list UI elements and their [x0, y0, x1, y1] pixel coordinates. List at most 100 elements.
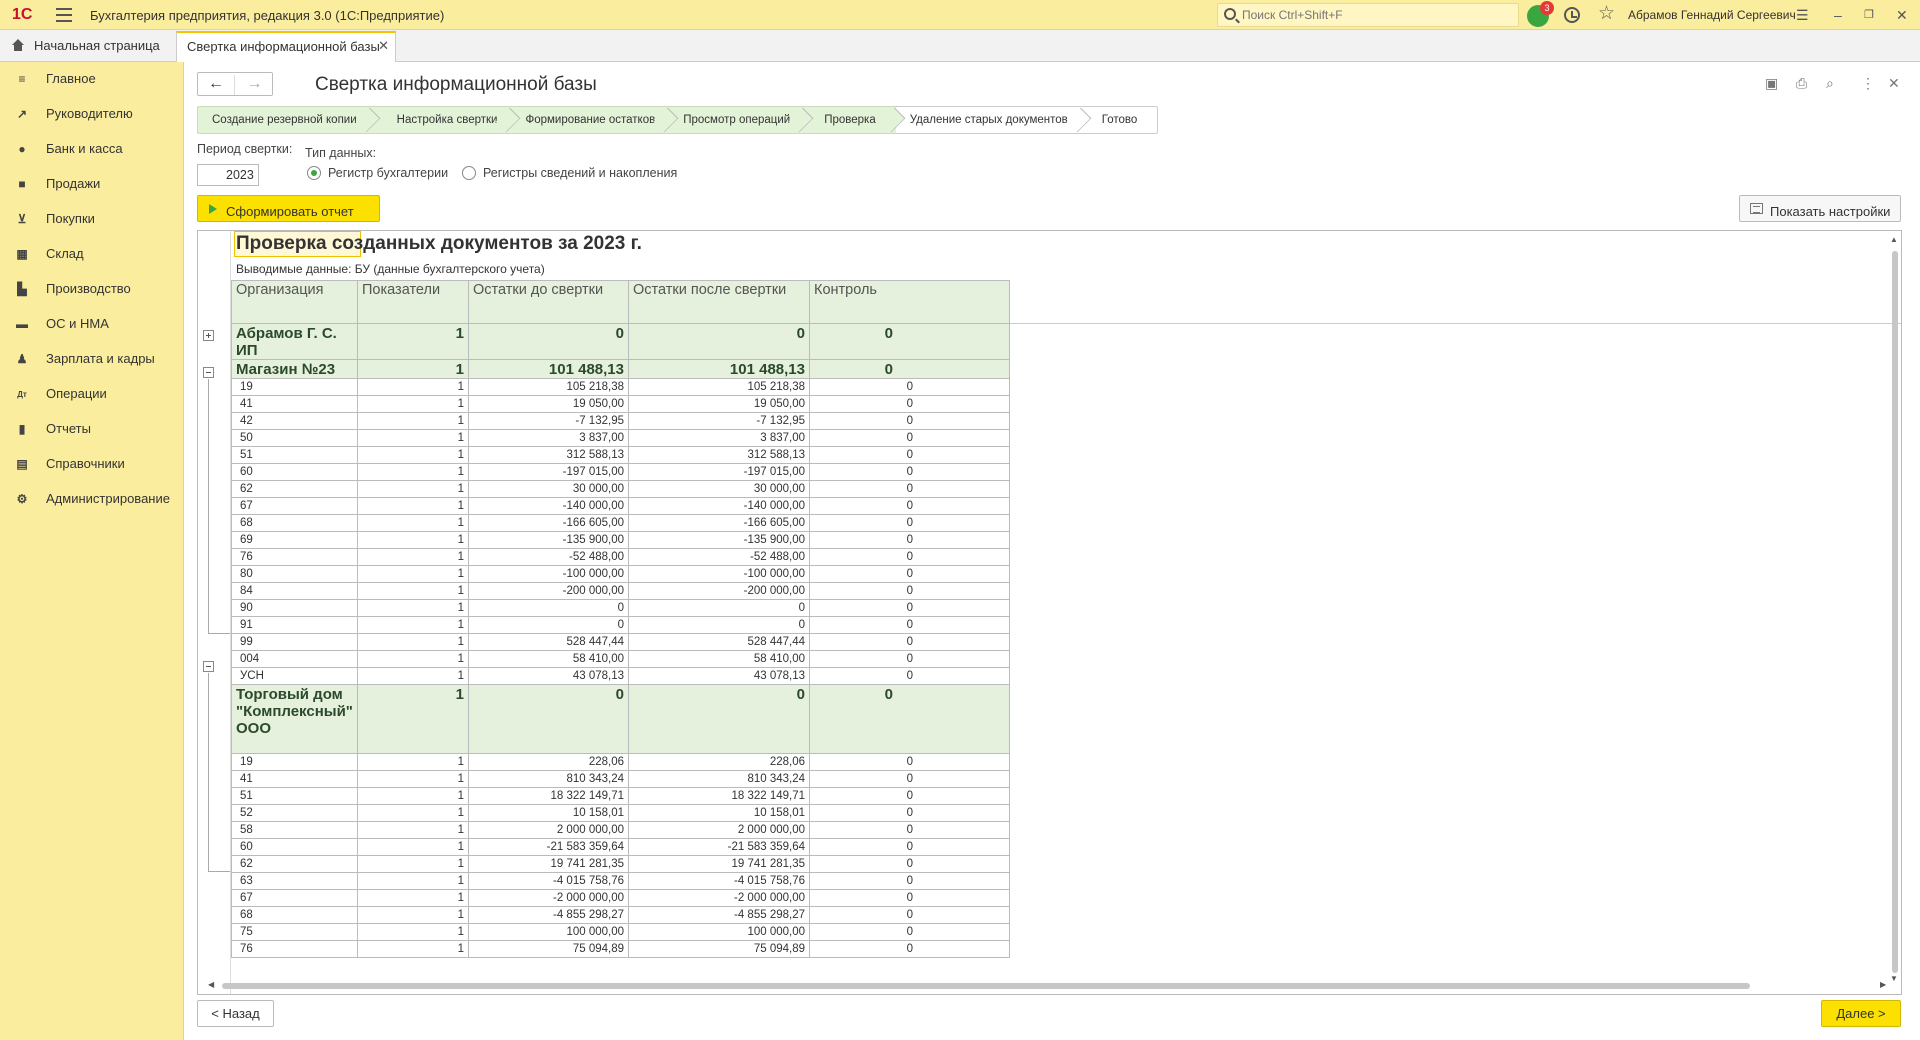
scroll-up-icon[interactable]: ▲	[1890, 235, 1898, 244]
table-row[interactable]: 42 1 -7 132,95 -7 132,95 0	[231, 412, 1010, 430]
minimize-icon[interactable]: –	[1834, 6, 1842, 24]
vertical-scrollbar[interactable]	[1892, 251, 1898, 973]
step-balances[interactable]: Формирование остатков	[511, 106, 679, 134]
table-row[interactable]: 76 1 -52 488,00 -52 488,00 0	[231, 548, 1010, 566]
tab-home[interactable]: Начальная страница	[0, 30, 174, 61]
expand-group-icon[interactable]	[203, 330, 214, 341]
horizontal-scrollbar[interactable]	[222, 983, 1750, 989]
sidebar-item-fixed-assets[interactable]: ▬ ОС и НМА	[0, 307, 184, 342]
main-menu-icon[interactable]	[56, 8, 72, 22]
report-spreadsheet[interactable]: Проверка созданных документов за 2023 г.…	[197, 230, 1902, 995]
collapse-group-icon[interactable]	[203, 661, 214, 672]
radio-registers[interactable]	[462, 166, 476, 180]
step-backup[interactable]: Создание резервной копии	[197, 106, 381, 134]
table-row[interactable]: 52 1 10 158,01 10 158,01 0	[231, 804, 1010, 822]
close-window-icon[interactable]: ✕	[1896, 6, 1908, 24]
table-row[interactable]: 63 1 -4 015 758,76 -4 015 758,76 0	[231, 872, 1010, 890]
back-button[interactable]: < Назад	[197, 1000, 274, 1027]
close-form-icon[interactable]: ✕	[1888, 75, 1900, 91]
next-button[interactable]: Далее >	[1821, 1000, 1901, 1027]
table-row[interactable]: 80 1 -100 000,00 -100 000,00 0	[231, 565, 1010, 583]
table-row[interactable]: 60 1 -21 583 359,64 -21 583 359,64 0	[231, 838, 1010, 856]
table-row[interactable]: 90 1 0 0 0	[231, 599, 1010, 617]
table-row[interactable]: 91 1 0 0 0	[231, 616, 1010, 634]
table-row[interactable]: 76 1 75 094,89 75 094,89 0	[231, 940, 1010, 958]
group-row[interactable]: Торговый дом "Комплексный" ООО 1 0 0 0	[231, 684, 1010, 754]
search-input[interactable]	[1242, 7, 1512, 23]
table-row[interactable]: 68 1 -166 605,00 -166 605,00 0	[231, 514, 1010, 532]
restore-icon[interactable]: ❐	[1864, 6, 1874, 24]
sidebar-item-warehouse[interactable]: ▦ Склад	[0, 237, 184, 272]
table-row[interactable]: УСН 1 43 078,13 43 078,13 0	[231, 667, 1010, 685]
table-row[interactable]: 68 1 -4 855 298,27 -4 855 298,27 0	[231, 906, 1010, 924]
sidebar-item-manager[interactable]: ↗ Руководителю	[0, 97, 184, 132]
row-after: 228,06	[628, 753, 810, 771]
step-settings[interactable]: Настройка свертки	[370, 106, 521, 134]
table-row[interactable]: 41 1 19 050,00 19 050,00 0	[231, 395, 1010, 413]
sidebar-item-salary[interactable]: ♟ Зарплата и кадры	[0, 342, 184, 377]
step-check[interactable]: Проверка	[804, 106, 906, 134]
table-row[interactable]: 19 1 228,06 228,06 0	[231, 753, 1010, 771]
group-row[interactable]: Абрамов Г. С. ИП 1 0 0 0	[231, 323, 1010, 360]
radio-registers-label[interactable]: Регистры сведений и накопления	[483, 166, 677, 180]
notifications-icon[interactable]: 3	[1527, 1, 1554, 27]
table-row[interactable]: 41 1 810 343,24 810 343,24 0	[231, 770, 1010, 788]
table-row[interactable]: 69 1 -135 900,00 -135 900,00 0	[231, 531, 1010, 549]
settings-menu-icon[interactable]: ☰	[1796, 6, 1809, 24]
person-icon: ♟	[16, 352, 28, 366]
bar-chart-icon: ▮	[18, 422, 26, 436]
table-row[interactable]: 19 1 105 218,38 105 218,38 0	[231, 378, 1010, 396]
group-row[interactable]: Магазин №23 1 101 488,13 101 488,13 0	[231, 359, 1010, 379]
scroll-right-icon[interactable]: ▶	[1880, 980, 1886, 989]
sidebar-item-admin[interactable]: ⚙ Администрирование	[0, 482, 184, 517]
tab-active[interactable]: Свертка информационной базы ✕	[176, 31, 396, 62]
more-actions-icon[interactable]: ⋮	[1861, 75, 1875, 91]
row-before: 228,06	[468, 753, 629, 771]
sidebar-item-purchases[interactable]: ⊻ Покупки	[0, 202, 184, 237]
table-row[interactable]: 84 1 -200 000,00 -200 000,00 0	[231, 582, 1010, 600]
table-row[interactable]: 60 1 -197 015,00 -197 015,00 0	[231, 463, 1010, 481]
table-row[interactable]: 51 1 18 322 149,71 18 322 149,71 0	[231, 787, 1010, 805]
table-row[interactable]: 62 1 19 741 281,35 19 741 281,35 0	[231, 855, 1010, 873]
show-settings-button[interactable]: Показать настройки	[1739, 195, 1901, 222]
table-row[interactable]: 67 1 -2 000 000,00 -2 000 000,00 0	[231, 889, 1010, 907]
collapse-group-icon[interactable]	[203, 367, 214, 378]
forward-arrow-icon[interactable]: →	[236, 75, 273, 95]
close-tab-icon[interactable]: ✕	[378, 38, 389, 54]
table-row[interactable]: 67 1 -140 000,00 -140 000,00 0	[231, 497, 1010, 515]
period-input[interactable]: 2023	[197, 164, 259, 186]
scroll-down-icon[interactable]: ▼	[1890, 974, 1898, 983]
row-before: -52 488,00	[468, 548, 629, 566]
table-row[interactable]: 99 1 528 447,44 528 447,44 0	[231, 633, 1010, 651]
save-icon[interactable]: ▣	[1765, 75, 1778, 91]
radio-accounting[interactable]	[307, 166, 321, 180]
sidebar-item-operations[interactable]: Дт Операции	[0, 377, 184, 412]
row-after: 18 322 149,71	[628, 787, 810, 805]
current-user[interactable]: Абрамов Геннадий Сергеевич	[1628, 8, 1796, 22]
history-icon[interactable]	[1564, 7, 1580, 23]
favorites-star-icon[interactable]: ☆	[1598, 4, 1615, 24]
step-delete-old[interactable]: Удаление старых документов	[895, 106, 1092, 134]
step-operations[interactable]: Просмотр операций	[669, 106, 814, 134]
print-icon[interactable]: ⎙	[1796, 75, 1807, 91]
scroll-left-icon[interactable]: ◀	[208, 980, 214, 989]
search-box[interactable]	[1217, 3, 1519, 27]
preview-icon[interactable]: ⌕	[1826, 75, 1834, 91]
table-row[interactable]: 58 1 2 000 000,00 2 000 000,00 0	[231, 821, 1010, 839]
sidebar-item-label: Продажи	[46, 176, 101, 191]
table-row[interactable]: 004 1 58 410,00 58 410,00 0	[231, 650, 1010, 668]
sidebar-item-bank[interactable]: ● Банк и касса	[0, 132, 184, 167]
table-row[interactable]: 50 1 3 837,00 3 837,00 0	[231, 429, 1010, 447]
sidebar-item-reports[interactable]: ▮ Отчеты	[0, 412, 184, 447]
sidebar-item-sales[interactable]: ■ Продажи	[0, 167, 184, 202]
sidebar-item-production[interactable]: ▙ Производство	[0, 272, 184, 307]
sidebar-item-catalogs[interactable]: ▤ Справочники	[0, 447, 184, 482]
sidebar-item-main[interactable]: ≡ Главное	[0, 62, 184, 97]
table-row[interactable]: 75 1 100 000,00 100 000,00 0	[231, 923, 1010, 941]
table-row[interactable]: 51 1 312 588,13 312 588,13 0	[231, 446, 1010, 464]
radio-accounting-label[interactable]: Регистр бухгалтерии	[328, 166, 448, 180]
table-row[interactable]: 62 1 30 000,00 30 000,00 0	[231, 480, 1010, 498]
generate-report-button[interactable]: Сформировать отчет	[197, 195, 380, 222]
step-done[interactable]: Готово	[1081, 106, 1159, 134]
back-arrow-icon[interactable]: ←	[198, 75, 235, 95]
